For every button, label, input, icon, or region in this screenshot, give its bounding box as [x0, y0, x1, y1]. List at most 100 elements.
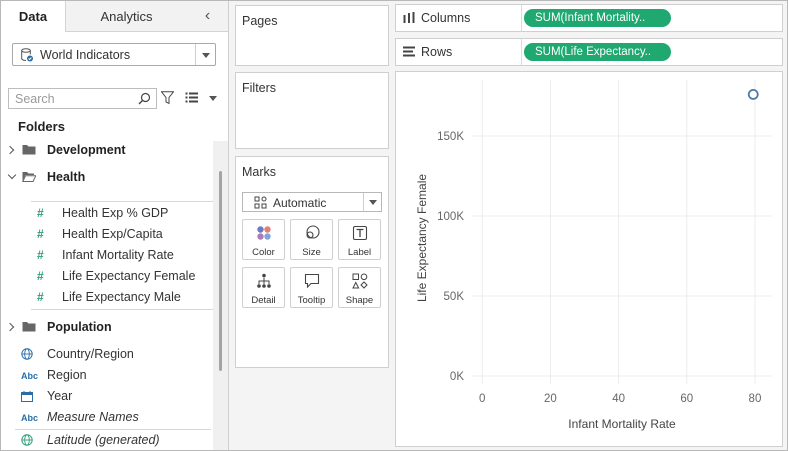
mark-type-caret[interactable]: [363, 193, 381, 211]
folder-icon: [22, 145, 36, 155]
detail-icon: [257, 273, 271, 288]
field-label: Infant Mortality Rate: [62, 248, 174, 262]
measure-icon: #: [37, 290, 44, 304]
search-placeholder: Search: [15, 92, 55, 106]
measure-icon: #: [37, 206, 44, 220]
field-infant-mortality-rate[interactable]: # Infant Mortality Rate: [37, 245, 207, 265]
size-label: Size: [302, 247, 321, 258]
app-window: Data Analytics ‹ World Indicators Search: [0, 0, 788, 451]
string-icon: Abc: [21, 413, 39, 423]
size-button[interactable]: Size: [290, 219, 333, 260]
columns-shelf[interactable]: Columns SUM(Infant Mortality..: [395, 4, 783, 32]
field-life-expectancy-male[interactable]: # Life Expectancy Male: [37, 287, 207, 307]
x-tick-label: 60: [680, 393, 693, 405]
y-tick-label: 0K: [450, 371, 464, 383]
chevron-down-icon[interactable]: [209, 96, 217, 101]
field-label: Country/Region: [47, 347, 134, 361]
data-point[interactable]: [747, 88, 759, 100]
tooltip-icon: [304, 273, 320, 289]
pages-card[interactable]: Pages: [235, 5, 389, 66]
field-measure-names[interactable]: Abc Measure Names: [21, 407, 211, 427]
color-label: Color: [252, 247, 275, 258]
field-health-exp-gdp[interactable]: # Health Exp % GDP: [37, 203, 207, 223]
folder-population[interactable]: Population: [5, 317, 207, 337]
field-label: Health Exp/Capita: [62, 227, 163, 241]
tab-data[interactable]: Data: [1, 1, 65, 32]
folder-health[interactable]: Health: [7, 167, 207, 187]
rows-shelf[interactable]: Rows SUM(Life Expectancy..: [395, 38, 783, 66]
field-life-expectancy-female[interactable]: # Life Expectancy Female: [37, 266, 207, 286]
field-label: Year: [47, 389, 73, 403]
automatic-mark-icon: [254, 196, 267, 209]
field-label: Life Expectancy Female: [62, 269, 196, 283]
field-label: Health Exp % GDP: [62, 206, 169, 220]
pages-title: Pages: [242, 14, 278, 28]
rows-shelf-label: Rows: [396, 39, 522, 65]
rows-label: Rows: [421, 45, 453, 59]
globe-icon: [21, 434, 33, 446]
string-icon: Abc: [21, 371, 39, 381]
folder-label: Health: [47, 170, 86, 184]
y-tick-label: 100K: [437, 211, 464, 223]
search-field[interactable]: Search: [8, 88, 157, 109]
rows-icon: [403, 46, 415, 57]
datasource-caret[interactable]: [195, 44, 215, 65]
measure-icon: #: [37, 269, 44, 283]
viz-canvas[interactable]: 0K 50K 100K 150K 0 20 40 60 80 Infant Mortality R…: [395, 71, 783, 447]
label-icon: [352, 225, 368, 241]
y-axis-title: Life Expectancy Female: [415, 174, 429, 302]
x-tick-label: 20: [544, 393, 557, 405]
folder-icon: [22, 322, 36, 332]
calendar-icon: [21, 391, 33, 402]
mark-type-dropdown[interactable]: Automatic: [242, 192, 382, 212]
color-button[interactable]: Color: [242, 219, 285, 260]
folder-label: Population: [47, 320, 112, 334]
tooltip-button[interactable]: Tooltip: [290, 267, 333, 308]
chevron-right-icon: [5, 145, 15, 155]
chevron-down-icon: [369, 200, 377, 205]
shape-label: Shape: [345, 295, 374, 306]
collapse-pane-button[interactable]: ‹: [187, 1, 228, 32]
filters-card[interactable]: Filters: [235, 72, 389, 149]
columns-pill[interactable]: SUM(Infant Mortality..: [524, 9, 671, 27]
field-latitude[interactable]: Latitude (generated): [21, 430, 211, 450]
side-tabs: Data Analytics ‹: [1, 1, 228, 32]
chevron-down-icon: [202, 53, 210, 58]
x-tick-label: 40: [612, 393, 625, 405]
x-tick-label: 0: [479, 393, 485, 405]
mark-type-label: Automatic: [273, 196, 327, 210]
label-button[interactable]: Label: [338, 219, 381, 260]
detail-button[interactable]: Detail: [242, 267, 285, 308]
datasource-dropdown[interactable]: World Indicators: [12, 43, 216, 66]
columns-icon: [403, 12, 415, 23]
database-icon: [21, 48, 33, 62]
field-country-region[interactable]: Country/Region: [21, 344, 211, 364]
field-year[interactable]: Year: [21, 386, 211, 406]
field-label: Region: [47, 368, 87, 382]
search-icon[interactable]: [138, 92, 151, 105]
shape-button[interactable]: Shape: [338, 267, 381, 308]
rows-pill[interactable]: SUM(Life Expectancy..: [524, 43, 671, 61]
scatter-chart: 0K 50K 100K 150K 0 20 40 60 80 Infant Mortality R…: [415, 80, 772, 431]
folder-development[interactable]: Development: [5, 140, 207, 160]
filters-title: Filters: [242, 81, 277, 95]
field-region[interactable]: Abc Region: [21, 365, 211, 385]
x-axis-title: Infant Mortality Rate: [568, 417, 676, 431]
marks-title: Marks: [242, 165, 277, 179]
tooltip-label: Tooltip: [297, 295, 326, 306]
shape-icon: [352, 273, 368, 289]
datasource-name: World Indicators: [40, 48, 131, 62]
tab-analytics[interactable]: Analytics: [65, 1, 187, 32]
field-label: Life Expectancy Male: [62, 290, 181, 304]
filter-icon[interactable]: [161, 91, 174, 105]
view-list-icon[interactable]: [185, 92, 199, 103]
field-label: Measure Names: [47, 410, 139, 424]
measure-icon: #: [37, 248, 44, 262]
field-health-exp-capita[interactable]: # Health Exp/Capita: [37, 224, 207, 244]
scrollbar-thumb[interactable]: [219, 171, 222, 371]
columns-label: Columns: [421, 11, 471, 25]
detail-label: Detail: [251, 295, 276, 306]
y-tick-label: 150K: [437, 131, 464, 143]
chevron-right-icon: [5, 322, 15, 332]
x-tick-label: 80: [749, 393, 762, 405]
